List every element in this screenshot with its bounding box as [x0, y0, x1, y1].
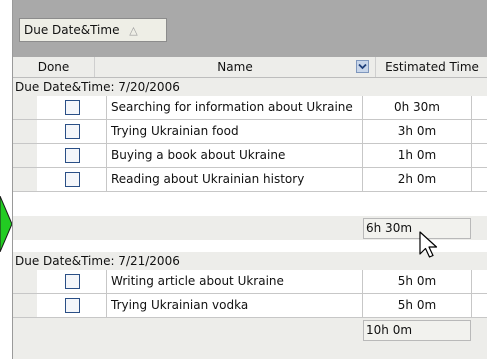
estimated-time-cell[interactable]: 1h 0m [363, 144, 472, 167]
group-row[interactable]: Due Date&Time: 7/21/2006 [13, 252, 487, 270]
name-cell[interactable]: Searching for information about Ukraine [107, 96, 363, 119]
table-row[interactable]: Trying Ukrainian vodka 5h 0m [13, 294, 487, 318]
done-cell [37, 270, 107, 293]
group-summary-value: 6h 30m [363, 218, 471, 239]
indent-cell [13, 96, 37, 119]
estimated-time-cell[interactable]: 5h 0m [363, 270, 472, 293]
mouse-cursor-icon [419, 231, 438, 258]
group-by-panel: Due Date&Time △ [13, 0, 487, 57]
column-header-done[interactable]: Done [13, 57, 95, 77]
done-checkbox[interactable] [65, 172, 80, 187]
done-checkbox[interactable] [65, 274, 80, 289]
indent-cell [13, 144, 37, 167]
indent-cell [13, 270, 37, 293]
group-summary-row: 6h 30m [13, 216, 487, 240]
done-cell [37, 168, 107, 191]
done-cell [37, 144, 107, 167]
done-cell [37, 120, 107, 143]
group-by-chip-label: Due Date&Time [24, 23, 120, 37]
group-by-chip[interactable]: Due Date&Time △ [19, 18, 167, 42]
group-row[interactable]: Due Date&Time: 7/20/2006 [13, 78, 487, 96]
done-checkbox[interactable] [65, 124, 80, 139]
filter-dropdown-icon[interactable] [356, 60, 369, 73]
name-cell[interactable]: Buying a book about Ukraine [107, 144, 363, 167]
done-checkbox[interactable] [65, 100, 80, 115]
done-checkbox[interactable] [65, 148, 80, 163]
indent-cell [13, 120, 37, 143]
name-cell[interactable]: Reading about Ukrainian history [107, 168, 363, 191]
group-summary-value: 10h 0m [363, 320, 471, 341]
name-cell[interactable]: Trying Ukrainian food [107, 120, 363, 143]
sort-ascending-icon: △ [129, 24, 138, 37]
done-cell [37, 96, 107, 119]
table-row[interactable]: Writing article about Ukraine 5h 0m [13, 270, 487, 294]
task-grid: Due Date&Time △ Done Name Estimated Time… [12, 0, 487, 359]
estimated-time-cell[interactable]: 2h 0m [363, 168, 472, 191]
name-cell[interactable]: Trying Ukrainian vodka [107, 294, 363, 317]
table-row[interactable]: Trying Ukrainian food 3h 0m [13, 120, 487, 144]
estimated-time-cell[interactable]: 5h 0m [363, 294, 472, 317]
row-indicator-arrow-icon [0, 196, 12, 252]
estimated-time-cell[interactable]: 3h 0m [363, 120, 472, 143]
table-row[interactable]: Searching for information about Ukraine … [13, 96, 487, 120]
column-header-name[interactable]: Name [95, 57, 376, 77]
group-summary-row: 10h 0m [13, 318, 487, 359]
column-header-row: Done Name Estimated Time [13, 57, 487, 78]
done-cell [37, 294, 107, 317]
table-row[interactable]: Reading about Ukrainian history 2h 0m [13, 168, 487, 192]
estimated-time-cell[interactable]: 0h 30m [363, 96, 472, 119]
table-row[interactable]: Buying a book about Ukraine 1h 0m [13, 144, 487, 168]
column-header-estimated-time[interactable]: Estimated Time [376, 57, 487, 77]
name-cell[interactable]: Writing article about Ukraine [107, 270, 363, 293]
indent-cell [13, 168, 37, 191]
done-checkbox[interactable] [65, 298, 80, 313]
indent-cell [13, 294, 37, 317]
